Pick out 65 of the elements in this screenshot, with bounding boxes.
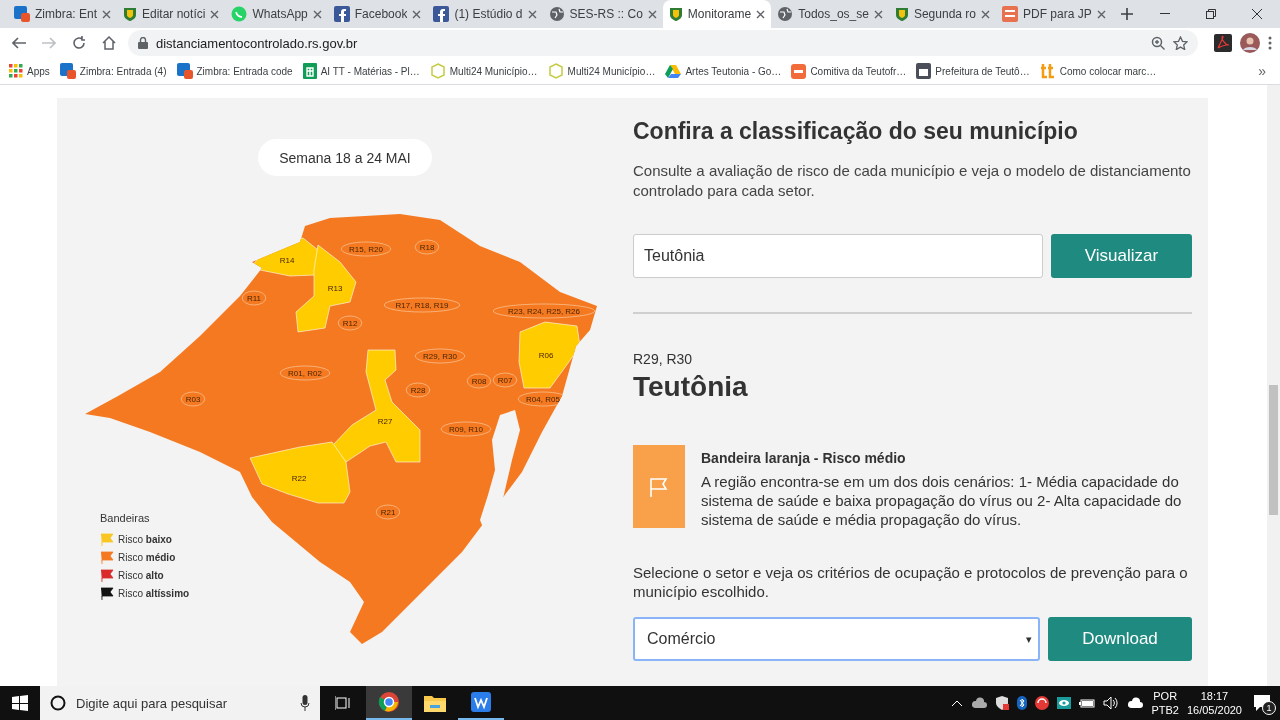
region-label: R28: [410, 386, 426, 395]
bookmark[interactable]: Apps: [6, 64, 53, 78]
bookmark[interactable]: Prefeitura de Teutô…: [913, 63, 1033, 79]
bookmark[interactable]: AI TT - Matérias - Pl…: [299, 63, 423, 79]
region-label: R29, R30: [423, 352, 457, 361]
municipality-name: Teutônia: [633, 371, 749, 403]
browser-tab[interactable]: WhatsApp: [225, 0, 328, 28]
browser-tab[interactable]: Editar notíci: [117, 0, 226, 28]
region-label: R06: [538, 351, 554, 360]
browser-tab[interactable]: Segunda ro: [888, 0, 996, 28]
region-label: R04, R05: [526, 395, 560, 404]
browser-tab[interactable]: Monitorame: [662, 0, 772, 28]
bookmark[interactable]: Zimbra: Entrada (4): [56, 63, 170, 79]
week-label: Semana 18 a 24 MAI: [258, 139, 432, 176]
bookmark[interactable]: Artes Teutonia - Go…: [662, 64, 785, 78]
clock-time[interactable]: 18:17: [1200, 689, 1229, 703]
legend-label: Risco altíssimo: [118, 588, 190, 599]
legend-label: Risco alto: [118, 570, 164, 581]
language-indicator[interactable]: POR: [1153, 689, 1178, 703]
bookmark[interactable]: Zimbra: Entrada code: [173, 63, 296, 79]
browser-tab[interactable]: Zimbra: Ent: [8, 0, 117, 28]
visualizar-button[interactable]: Visualizar: [1051, 234, 1192, 278]
taskbar-search[interactable]: Digite aqui para pesquisar: [40, 686, 320, 720]
address-bar[interactable]: distanciamentocontrolado.rs.gov.br: [128, 30, 1198, 56]
more-bookmarks[interactable]: »: [1258, 63, 1274, 79]
municipality-field[interactable]: Teutônia: [633, 234, 1043, 278]
keyboard-layout[interactable]: PTB2: [1151, 703, 1179, 717]
sector-select[interactable]: Comércio ▾: [633, 617, 1040, 661]
flag-description: A região encontra-se em um dos dois cenários: 1- Média capacidade do sistema de saúde e baixa propagação do vírus ou 2- Alta capacidade do sistema de saúde e média propagação do vírus.: [701, 472, 1183, 529]
clock-date[interactable]: 16/05/2020: [1186, 703, 1242, 717]
section-title: Confira a classificação do seu município: [633, 118, 1079, 145]
legend-label: Risco médio: [118, 552, 176, 563]
browser-tab[interactable]: PDF para JP: [996, 0, 1112, 28]
download-button[interactable]: Download: [1048, 617, 1192, 661]
bookmark[interactable]: Multi24 Município…: [544, 63, 659, 79]
region-label: R08: [471, 377, 487, 386]
sector-prompt: Selecione o setor e veja os critérios de ocupação e protocolos de prevenção para o município escolhido.: [633, 563, 1189, 601]
region-label: R01, R02: [288, 369, 322, 378]
region-label: R27: [377, 417, 393, 426]
region-label: R11: [246, 294, 262, 303]
region-label: R14: [279, 256, 295, 265]
bookmark[interactable]: Como colocar marc…: [1036, 63, 1160, 79]
browser-tab[interactable]: Todos_os_se: [771, 0, 889, 28]
bookmark[interactable]: Comitiva da Teutofr…: [788, 63, 910, 79]
region-label: R03: [185, 395, 201, 404]
bookmark[interactable]: Multi24 Município…: [426, 63, 541, 79]
browser-tab[interactable]: (1) Estúdio d: [427, 0, 543, 28]
legend-title: Bandeiras: [100, 512, 151, 524]
legend-label: Risco baixo: [118, 534, 172, 545]
notification-count: 1: [1262, 701, 1276, 715]
region-label: R09, R10: [449, 425, 483, 434]
browser-tab[interactable]: Facebook: [327, 0, 428, 28]
region-label: R12: [342, 319, 358, 328]
region-codes: R29, R30: [633, 351, 694, 367]
region-label: R22: [291, 474, 307, 483]
region-label: R18: [419, 243, 435, 252]
description: Consulte a avaliação de risco de cada município e veja o modelo de distanciamento controlado para cada setor.: [633, 161, 1192, 201]
region-label: R07: [497, 376, 513, 385]
region-label: R17, R18, R19: [395, 301, 449, 310]
region-label: R23, R24, R25, R26: [508, 307, 580, 316]
region-label: R21: [380, 508, 396, 517]
browser-tab[interactable]: SES-RS :: Co: [542, 0, 663, 28]
region-label: R15, R20: [349, 245, 383, 254]
region-label: R13: [327, 284, 343, 293]
flag-title: Bandeira laranja - Risco médio: [701, 450, 907, 466]
